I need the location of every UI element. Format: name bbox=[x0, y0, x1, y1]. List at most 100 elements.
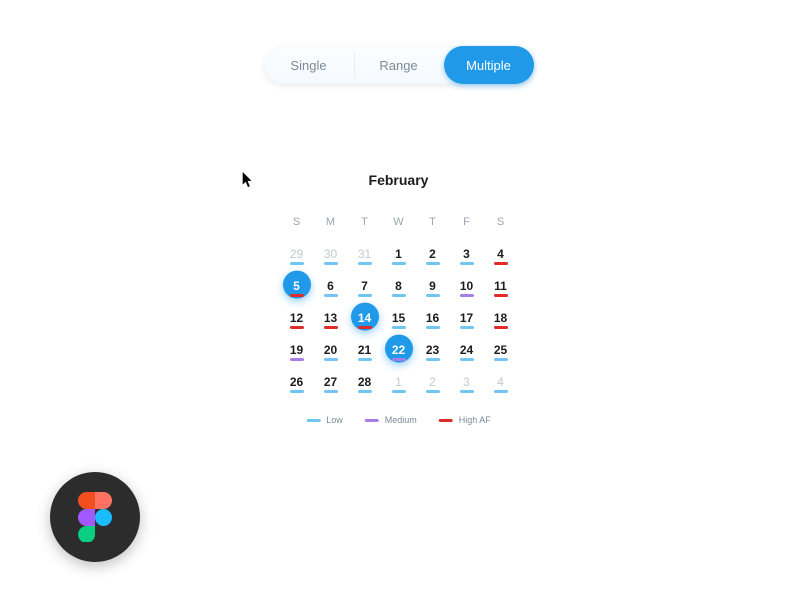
legend-label: Medium bbox=[385, 415, 417, 425]
calendar-day-number: 19 bbox=[290, 343, 303, 357]
mode-option-range[interactable]: Range bbox=[354, 46, 444, 84]
day-of-week-header: T bbox=[417, 206, 449, 238]
calendar-day[interactable]: 21 bbox=[349, 334, 381, 366]
calendar-day-number: 3 bbox=[463, 375, 470, 389]
calendar-day[interactable]: 2 bbox=[417, 238, 449, 270]
calendar-day-number: 9 bbox=[429, 279, 436, 293]
calendar-day-number: 13 bbox=[324, 311, 337, 325]
calendar-day[interactable]: 17 bbox=[451, 302, 483, 334]
calendar-day[interactable]: 16 bbox=[417, 302, 449, 334]
calendar-day[interactable]: 14 bbox=[349, 302, 381, 334]
figma-icon bbox=[78, 492, 112, 542]
calendar-day-number: 16 bbox=[426, 311, 439, 325]
calendar-day-number: 23 bbox=[426, 343, 439, 357]
mode-option-label: Range bbox=[379, 58, 417, 73]
day-of-week-header: T bbox=[349, 206, 381, 238]
calendar-day[interactable]: 23 bbox=[417, 334, 449, 366]
priority-indicator bbox=[290, 294, 304, 297]
calendar-day-number: 4 bbox=[497, 375, 504, 389]
figma-badge[interactable] bbox=[50, 472, 140, 562]
calendar-day[interactable]: 3 bbox=[451, 238, 483, 270]
calendar-day[interactable]: 7 bbox=[349, 270, 381, 302]
priority-indicator bbox=[426, 294, 440, 297]
legend: Low Medium High AF bbox=[306, 415, 491, 425]
calendar-grid: SMTWTFS293031123456789101112131415161718… bbox=[274, 206, 524, 398]
priority-indicator bbox=[460, 326, 474, 329]
calendar-day[interactable]: 27 bbox=[315, 366, 347, 398]
priority-indicator bbox=[358, 326, 372, 329]
calendar-day[interactable]: 15 bbox=[383, 302, 415, 334]
calendar-day-number: 11 bbox=[494, 279, 507, 293]
priority-indicator bbox=[460, 294, 474, 297]
priority-indicator bbox=[324, 326, 338, 329]
calendar-day-number: 10 bbox=[460, 279, 473, 293]
day-of-week-header: M bbox=[315, 206, 347, 238]
mode-segmented-control: Single Range Multiple bbox=[264, 46, 534, 84]
priority-indicator bbox=[324, 294, 338, 297]
calendar-day[interactable]: 12 bbox=[281, 302, 313, 334]
mode-option-multiple[interactable]: Multiple bbox=[444, 46, 534, 84]
priority-indicator bbox=[290, 262, 304, 265]
calendar-day[interactable]: 18 bbox=[485, 302, 517, 334]
calendar-day[interactable]: 6 bbox=[315, 270, 347, 302]
calendar-day[interactable]: 26 bbox=[281, 366, 313, 398]
calendar-day-number: 28 bbox=[358, 375, 371, 389]
legend-swatch bbox=[306, 419, 320, 422]
priority-indicator bbox=[494, 294, 508, 297]
priority-indicator bbox=[392, 294, 406, 297]
cursor-icon bbox=[242, 172, 254, 188]
calendar-day-number: 25 bbox=[494, 343, 507, 357]
calendar-day[interactable]: 11 bbox=[485, 270, 517, 302]
calendar-day[interactable]: 1 bbox=[383, 366, 415, 398]
calendar-day[interactable]: 13 bbox=[315, 302, 347, 334]
calendar-day-number: 29 bbox=[290, 247, 303, 261]
calendar-day-number: 6 bbox=[327, 279, 334, 293]
priority-indicator bbox=[392, 390, 406, 393]
calendar-day-number: 27 bbox=[324, 375, 337, 389]
calendar-day[interactable]: 24 bbox=[451, 334, 483, 366]
calendar-day[interactable]: 1 bbox=[383, 238, 415, 270]
mode-option-single[interactable]: Single bbox=[264, 46, 354, 84]
calendar-day-number: 22 bbox=[392, 343, 405, 357]
priority-indicator bbox=[392, 358, 406, 361]
calendar-day-number: 31 bbox=[358, 247, 371, 261]
calendar-day[interactable]: 10 bbox=[451, 270, 483, 302]
calendar-day[interactable]: 4 bbox=[485, 366, 517, 398]
legend-item: High AF bbox=[439, 415, 491, 425]
calendar-day-number: 5 bbox=[293, 279, 300, 293]
calendar-day[interactable]: 2 bbox=[417, 366, 449, 398]
calendar-day-number: 7 bbox=[361, 279, 368, 293]
calendar-day-number: 30 bbox=[324, 247, 337, 261]
calendar-day-number: 4 bbox=[497, 247, 504, 261]
priority-indicator bbox=[460, 358, 474, 361]
legend-item: Medium bbox=[365, 415, 417, 425]
calendar-day[interactable]: 28 bbox=[349, 366, 381, 398]
calendar-day[interactable]: 30 bbox=[315, 238, 347, 270]
calendar-day-number: 21 bbox=[358, 343, 371, 357]
calendar-day[interactable]: 22 bbox=[383, 334, 415, 366]
calendar-day[interactable]: 25 bbox=[485, 334, 517, 366]
calendar-day-number: 1 bbox=[395, 375, 402, 389]
priority-indicator bbox=[358, 358, 372, 361]
calendar-day[interactable]: 3 bbox=[451, 366, 483, 398]
priority-indicator bbox=[392, 262, 406, 265]
calendar-day[interactable]: 29 bbox=[281, 238, 313, 270]
calendar-day[interactable]: 4 bbox=[485, 238, 517, 270]
priority-indicator bbox=[494, 390, 508, 393]
calendar-day-number: 12 bbox=[290, 311, 303, 325]
priority-indicator bbox=[290, 358, 304, 361]
priority-indicator bbox=[358, 390, 372, 393]
calendar-day-number: 2 bbox=[429, 247, 436, 261]
legend-label: Low bbox=[326, 415, 343, 425]
calendar-day[interactable]: 9 bbox=[417, 270, 449, 302]
calendar-day[interactable]: 8 bbox=[383, 270, 415, 302]
calendar-day[interactable]: 19 bbox=[281, 334, 313, 366]
calendar-day-number: 18 bbox=[494, 311, 507, 325]
calendar-day[interactable]: 5 bbox=[281, 270, 313, 302]
calendar-day-number: 26 bbox=[290, 375, 303, 389]
priority-indicator bbox=[358, 262, 372, 265]
calendar-day[interactable]: 31 bbox=[349, 238, 381, 270]
legend-swatch bbox=[365, 419, 379, 422]
calendar-day[interactable]: 20 bbox=[315, 334, 347, 366]
calendar-day-number: 24 bbox=[460, 343, 473, 357]
